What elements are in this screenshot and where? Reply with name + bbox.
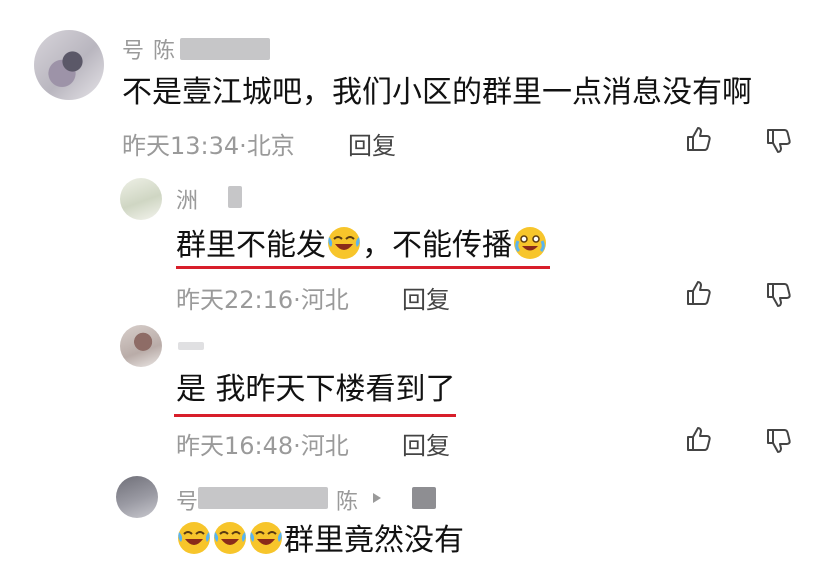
tears-of-joy-emoji-icon bbox=[514, 227, 546, 259]
comment-time: 昨天22:16 bbox=[176, 286, 294, 314]
comment-text: 不是壹江城吧，我们小区的群里一点消息没有啊 bbox=[122, 75, 752, 110]
meta-separator: · bbox=[293, 432, 301, 460]
avatar[interactable] bbox=[120, 325, 162, 367]
comment-meta: 昨天22:16·河北 bbox=[176, 280, 349, 315]
comment-text-part: 群里竟然没有 bbox=[284, 523, 464, 558]
comment-location: 河北 bbox=[300, 432, 349, 460]
username-blur bbox=[180, 38, 270, 60]
comment-location: 北京 bbox=[246, 132, 295, 160]
thumbs-up-icon[interactable] bbox=[684, 424, 714, 454]
comment-location: 河北 bbox=[300, 286, 349, 314]
comment-meta: 昨天16:48·河北 bbox=[176, 426, 349, 461]
username-blur bbox=[228, 186, 242, 208]
username-text: 洲 bbox=[176, 189, 200, 214]
play-arrow-icon bbox=[373, 493, 381, 503]
username[interactable]: 洲 bbox=[176, 183, 199, 215]
username-blur bbox=[412, 487, 436, 509]
username-text: 号 bbox=[176, 490, 200, 515]
comment-time: 昨天16:48 bbox=[176, 432, 294, 460]
reply-button[interactable]: 回复 bbox=[402, 426, 450, 461]
username[interactable]: 号 bbox=[176, 484, 199, 516]
avatar[interactable] bbox=[120, 178, 162, 220]
comment-text: 群里不能发 ，不能传播 bbox=[176, 225, 548, 264]
comment-meta: 昨天13:34·北京 bbox=[122, 126, 295, 161]
thumbs-down-icon[interactable] bbox=[764, 280, 794, 310]
thumbs-down-icon[interactable] bbox=[764, 426, 794, 456]
laugh-cry-emoji-icon bbox=[328, 227, 360, 259]
comment-text: 群里竟然没有 bbox=[176, 520, 464, 559]
reply-button[interactable]: 回复 bbox=[348, 126, 396, 161]
username-text: 陈 bbox=[336, 490, 360, 515]
username-blur bbox=[198, 487, 328, 509]
username-blur bbox=[178, 342, 204, 350]
thumbs-up-icon[interactable] bbox=[684, 278, 714, 308]
thumbs-down-icon[interactable] bbox=[764, 126, 794, 156]
username-suffix: 陈 bbox=[336, 484, 359, 516]
avatar[interactable] bbox=[34, 30, 104, 100]
meta-separator: · bbox=[293, 286, 301, 314]
comment-text-part: ，不能传播 bbox=[362, 228, 512, 263]
highlight-underline bbox=[174, 414, 456, 417]
laugh-cry-emoji-icon bbox=[178, 522, 210, 554]
laugh-cry-emoji-icon bbox=[250, 522, 282, 554]
comment-text-part: 群里不能发 bbox=[176, 228, 326, 263]
comment-text: 是 我昨天下楼看到了 bbox=[176, 372, 456, 407]
avatar[interactable] bbox=[116, 476, 158, 518]
comment-time: 昨天13:34 bbox=[122, 132, 240, 160]
thumbs-up-icon[interactable] bbox=[684, 124, 714, 154]
reply-button[interactable]: 回复 bbox=[402, 280, 450, 315]
laugh-cry-emoji-icon bbox=[214, 522, 246, 554]
meta-separator: · bbox=[239, 132, 247, 160]
highlight-underline bbox=[176, 266, 550, 269]
